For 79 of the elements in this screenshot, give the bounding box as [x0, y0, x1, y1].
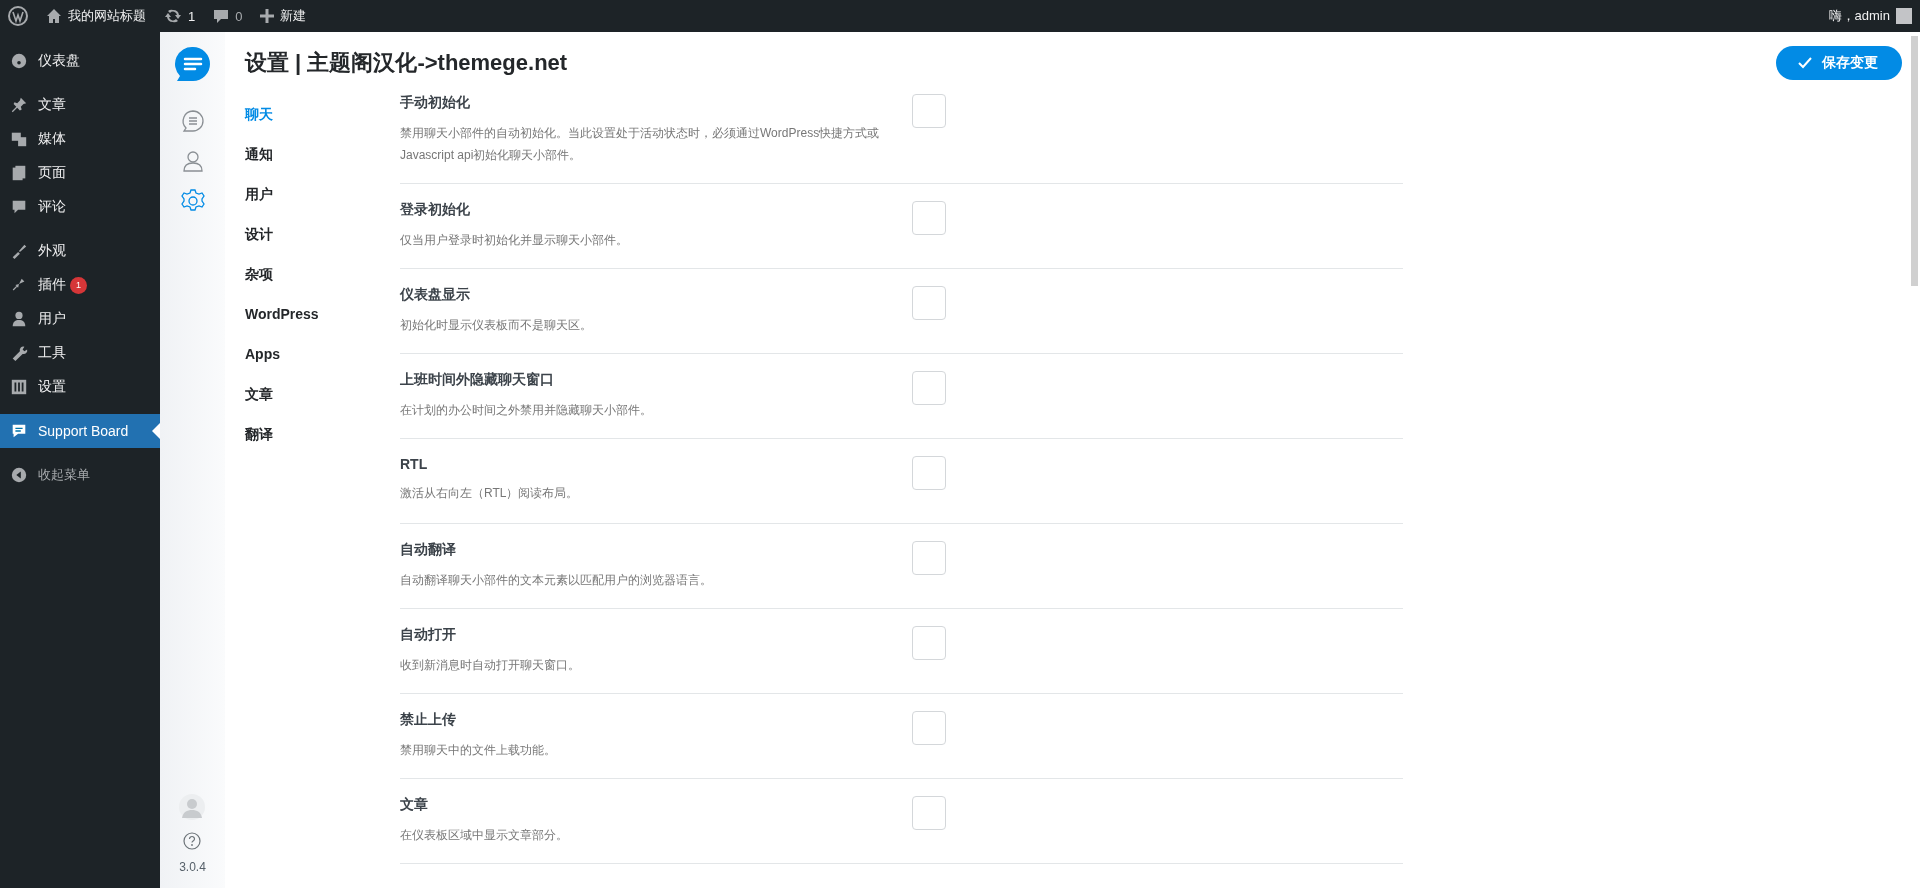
media-icon [10, 130, 28, 148]
version-text: 3.0.4 [179, 860, 206, 874]
admin-menu-item[interactable]: 外观 [0, 234, 160, 268]
checkbox[interactable] [912, 711, 946, 745]
chat-icon [10, 422, 28, 440]
help-icon[interactable] [183, 832, 202, 850]
setting-title: 登录初始化 [400, 201, 471, 219]
setting-description: 仅当用户登录时初始化并显示聊天小部件。 [400, 232, 629, 249]
admin-menu-item[interactable]: 仪表盘 [0, 44, 160, 78]
check-icon [1798, 57, 1812, 69]
save-button[interactable]: 保存变更 [1776, 46, 1902, 80]
plus-icon [260, 9, 275, 23]
sliders-icon [10, 378, 28, 396]
admin-menu-item[interactable]: 评论 [0, 190, 160, 224]
checkbox[interactable] [912, 201, 946, 235]
pages-icon [10, 164, 28, 182]
setting-title: 手动初始化 [400, 94, 471, 112]
setting-title: 自动打开 [400, 626, 457, 644]
setting-description: 禁用聊天中的文件上载功能。 [400, 742, 557, 759]
setting-title: 上班时间外隐藏聊天窗口 [400, 371, 555, 389]
setting-title: 文章 [400, 796, 429, 814]
checkbox[interactable] [912, 94, 946, 128]
greeting-link[interactable]: 嗨，admin [1828, 7, 1890, 25]
setting-description: 自动翻译聊天小部件的文本元素以匹配用户的浏览器语言。 [400, 572, 713, 589]
checkbox[interactable] [912, 626, 946, 660]
wordpress-logo-icon[interactable] [8, 6, 28, 26]
checkbox[interactable] [912, 371, 946, 405]
collapse-icon [10, 466, 28, 484]
user-icon [10, 310, 28, 328]
comments-count[interactable]: 0 [235, 8, 243, 24]
scrollbar[interactable] [1911, 36, 1918, 286]
admin-menu-item[interactable]: 文章 [0, 88, 160, 122]
settings-tab[interactable]: WordPress [245, 304, 400, 344]
checkbox[interactable] [912, 796, 946, 830]
pin-icon [10, 96, 28, 114]
updates-count[interactable]: 1 [188, 8, 196, 24]
wrench-icon [10, 344, 28, 362]
settings-tab[interactable]: 文章 [245, 384, 400, 424]
new-link[interactable]: 新建 [280, 7, 307, 25]
admin-menu-item[interactable]: 设置 [0, 370, 160, 404]
checkbox[interactable] [912, 456, 946, 490]
comment-icon [213, 8, 230, 24]
admin-menu-item[interactable]: Support Board [0, 414, 160, 448]
settings-tab[interactable]: 通知 [245, 144, 400, 184]
chat-icon[interactable] [179, 108, 206, 134]
setting-title: 禁止上传 [400, 711, 457, 729]
avatar-icon[interactable] [1896, 8, 1912, 24]
refresh-icon [164, 8, 182, 24]
setting-description: 激活从右向左（RTL）阅读布局。 [400, 485, 580, 502]
settings-tab[interactable]: 聊天 [245, 104, 400, 144]
update-badge: 1 [70, 276, 87, 294]
admin-menu-item[interactable]: 用户 [0, 302, 160, 336]
admin-menu-item[interactable]: 页面 [0, 156, 160, 190]
setting-title: RTL [400, 456, 429, 472]
settings-tab[interactable]: 设计 [245, 224, 400, 264]
settings-tab[interactable]: 翻译 [245, 424, 400, 464]
site-title-link[interactable]: 我的网站标题 [68, 7, 146, 25]
dashboard-icon [10, 52, 28, 70]
setting-description: 禁用聊天小部件的自动初始化。当此设置处于活动状态时，必须通过WordPress快捷方式或Javascript api初始化聊天小部件。 [400, 125, 881, 164]
setting-title: 自动翻译 [400, 541, 457, 559]
admin-menu-item[interactable]: 工具 [0, 336, 160, 370]
settings-icon[interactable] [179, 188, 206, 214]
avatar-icon[interactable] [179, 794, 206, 822]
setting-description: 收到新消息时自动打开聊天窗口。 [400, 657, 581, 674]
checkbox[interactable] [912, 286, 946, 320]
page-title: 设置 | 主题阁汉化->themege.net [245, 49, 568, 77]
admin-menu-item[interactable]: 插件 1 [0, 268, 160, 302]
setting-description: 在计划的办公时间之外禁用并隐藏聊天小部件。 [400, 402, 653, 419]
setting-description: 初始化时显示仪表板而不是聊天区。 [400, 317, 593, 334]
settings-tab[interactable]: 用户 [245, 184, 400, 224]
settings-tab[interactable]: Apps [245, 344, 400, 384]
collapse-menu-button[interactable]: 收起菜单 [0, 458, 160, 492]
home-icon [46, 8, 62, 24]
checkbox[interactable] [912, 541, 946, 575]
chat-logo-icon [174, 46, 211, 82]
setting-title: 仪表盘显示 [400, 286, 471, 304]
settings-tab[interactable]: 杂项 [245, 264, 400, 304]
setting-description: 在仪表板区域中显示文章部分。 [400, 827, 569, 844]
admin-menu-item[interactable]: 媒体 [0, 122, 160, 156]
